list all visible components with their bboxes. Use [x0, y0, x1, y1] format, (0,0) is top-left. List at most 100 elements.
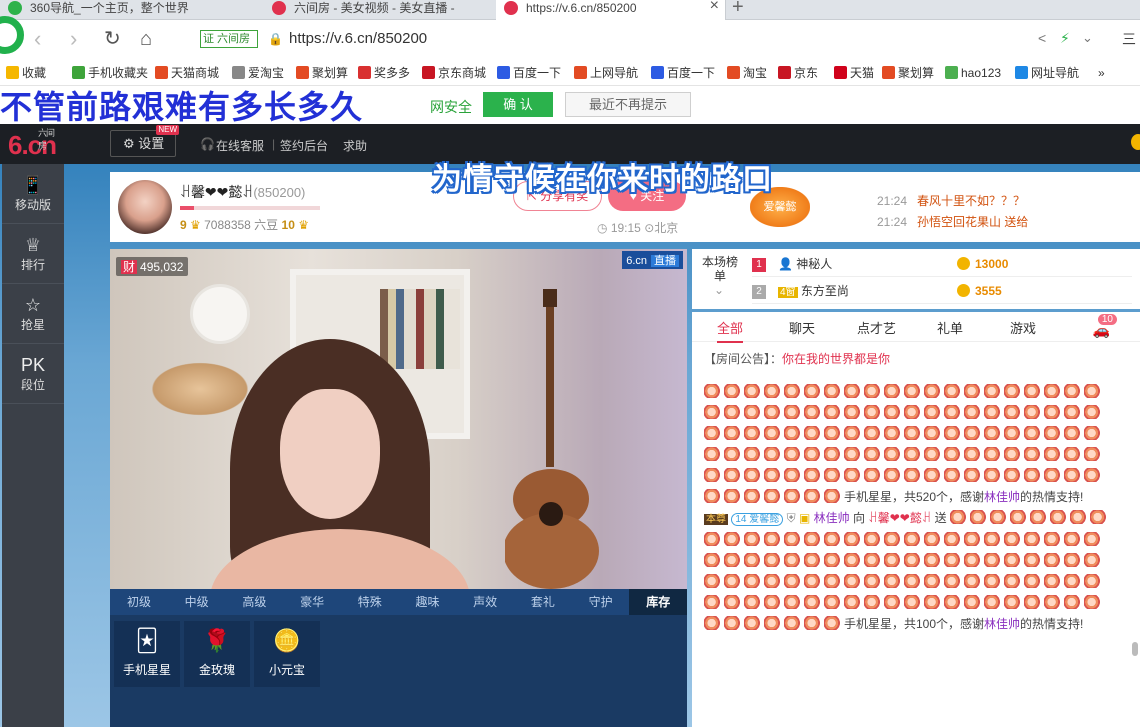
gift-tab[interactable]: 库存 — [629, 589, 688, 615]
gift-icon — [1084, 468, 1101, 482]
gift-icon — [904, 405, 921, 419]
menu-icon[interactable]: 三 — [1122, 29, 1136, 49]
bookmark-item[interactable]: 网址导航 — [1015, 65, 1079, 81]
share-icon[interactable]: < — [1038, 30, 1046, 46]
gift-icon — [884, 384, 901, 398]
sidebar-item-crown[interactable]: ♕ 排行 — [2, 224, 64, 284]
tab-all[interactable]: 全部 — [717, 318, 744, 343]
gift-tab[interactable]: 豪华 — [283, 589, 341, 615]
chat-scrollbar[interactable] — [1132, 642, 1138, 656]
sidebar-item-mobile[interactable]: 📱 移动版 — [2, 164, 64, 224]
gift-icon — [744, 532, 761, 546]
bookmark-item[interactable]: 收藏 — [6, 65, 46, 81]
ranking-row[interactable]: 1 👤 神秘人 13000 — [752, 251, 1132, 277]
new-tab-button[interactable]: + — [732, 0, 744, 19]
live-video[interactable]: 财 495,032 6.cn 直播 — [110, 249, 687, 589]
subtitle-line-1: 不管前路艰难有多长多久 — [0, 89, 364, 125]
gift-icon — [1064, 384, 1081, 398]
bookmark-item[interactable]: 百度一下 — [651, 65, 715, 81]
bookmark-item[interactable]: 淘宝 — [727, 65, 767, 81]
bookmark-item[interactable]: 上网导航 — [574, 65, 638, 81]
gift-icon — [984, 595, 1001, 609]
bookmark-item[interactable]: 京东商城 — [422, 65, 486, 81]
gift-icon — [864, 553, 881, 567]
close-tab-icon[interactable]: × — [710, 0, 719, 14]
bookmark-item[interactable]: 天猫 — [834, 65, 874, 81]
sidebar-item-label: 段位 — [20, 378, 45, 392]
gift-tab[interactable]: 特殊 — [341, 589, 399, 615]
gift-icon — [1004, 468, 1021, 482]
gift-tab[interactable]: 套礼 — [514, 589, 572, 615]
gift-icon — [704, 553, 721, 567]
bookmark-item[interactable]: hao123 — [945, 65, 1001, 81]
bookmark-item[interactable]: 百度一下 — [497, 65, 561, 81]
bookmark-icon — [232, 66, 245, 79]
gift-ingot[interactable]: 🪙 小元宝 — [254, 621, 320, 687]
site-logo[interactable]: 6.cn 六间房 — [8, 128, 57, 161]
url-text[interactable]: https://v.6.cn/850200 — [289, 30, 427, 47]
dropdown-icon[interactable]: ⌄ — [1082, 30, 1093, 46]
gift-icon — [724, 384, 741, 398]
gift-phone-star[interactable]: 🃏 手机星星 — [114, 621, 180, 687]
gift-icon — [924, 426, 941, 440]
lightning-icon[interactable]: ⚡ — [1060, 30, 1070, 47]
settings-button[interactable]: ⚙ 设置 NEW — [110, 125, 179, 157]
bookmark-item[interactable]: 奖多多 — [358, 65, 410, 81]
reload-icon[interactable]: ↻ — [104, 29, 121, 49]
nav-customer-service[interactable]: 在线客服 — [216, 137, 264, 154]
bookmark-item[interactable]: 爱淘宝 — [232, 65, 284, 81]
gift-icon — [764, 489, 781, 503]
gift-icon — [1064, 553, 1081, 567]
host-avatar[interactable] — [118, 180, 172, 234]
gift-tab[interactable]: 趣味 — [399, 589, 457, 615]
gift-tab[interactable]: 中级 — [168, 589, 226, 615]
tab-chat[interactable]: 聊天 — [789, 318, 815, 337]
gift-icon — [984, 384, 1001, 398]
tab-games[interactable]: 游戏 — [1010, 318, 1036, 337]
shield-icon: ⛨ — [786, 511, 796, 525]
gift-icon — [964, 595, 981, 609]
forward-icon[interactable]: › — [70, 28, 77, 50]
bookmark-item[interactable]: 聚划算 — [296, 65, 348, 81]
gift-icon — [1044, 405, 1061, 419]
dismiss-button[interactable]: 最近不再提示 — [565, 92, 691, 117]
tab-gift-list[interactable]: 礼单 — [937, 318, 963, 337]
gift-gold-rose[interactable]: 🌹 金玫瑰 — [184, 621, 250, 687]
bookmark-item[interactable]: 京东 — [778, 65, 818, 81]
nav-help[interactable]: 求助 — [343, 137, 367, 154]
bookmark-item[interactable]: 天猫商城 — [155, 65, 219, 81]
confirm-button[interactable]: 确 认 — [483, 92, 553, 117]
tab-6cn[interactable]: 六间房 - 美女视频 - 美女直播 - — [264, 0, 493, 20]
bookmark-item[interactable]: 手机收藏夹 — [72, 65, 148, 81]
ranking-row[interactable]: 2 4窗 东方至尚 3555 — [752, 278, 1132, 304]
gift-tab[interactable]: 守护 — [572, 589, 630, 615]
coin-icon[interactable] — [1131, 134, 1140, 150]
gift-icon — [904, 595, 921, 609]
gift-icon — [944, 468, 961, 482]
tab-talent[interactable]: 点才艺 — [857, 318, 896, 337]
gift-tab[interactable]: 初级 — [110, 589, 168, 615]
sidebar-item-pk[interactable]: PK 段位 — [2, 344, 64, 404]
gift-icon — [804, 489, 821, 503]
nav-sign-backend[interactable]: 签约后台 — [280, 137, 328, 154]
gift-icon — [864, 384, 881, 398]
gift-icon — [804, 532, 821, 546]
bookmark-item[interactable]: 聚划算 — [882, 65, 934, 81]
tab-active[interactable]: https://v.6.cn/850200 × — [496, 0, 726, 20]
gift-icon — [884, 574, 901, 588]
bookmarks-more-icon[interactable]: » — [1098, 65, 1105, 81]
gift-icon — [984, 532, 1001, 546]
home-icon[interactable]: ⌂ — [140, 29, 152, 49]
gift-tab[interactable]: 声效 — [456, 589, 514, 615]
gift-icon — [1064, 574, 1081, 588]
gift-icon — [844, 595, 861, 609]
gift-tab[interactable]: 高级 — [225, 589, 283, 615]
gift-icon — [904, 553, 921, 567]
chevron-down-icon[interactable]: ⌄ — [714, 283, 724, 297]
tab-360[interactable]: 360导航_一个主页，整个世界 — [0, 0, 262, 20]
back-icon[interactable]: ‹ — [34, 28, 41, 50]
sidebar-item-star[interactable]: ☆ 抢星 — [2, 284, 64, 344]
gift-icon — [904, 574, 921, 588]
url-box[interactable]: 证 六间房 🔒 https://v.6.cn/850200 — [200, 29, 1020, 51]
cert-badge[interactable]: 证 六间房 — [200, 30, 258, 48]
